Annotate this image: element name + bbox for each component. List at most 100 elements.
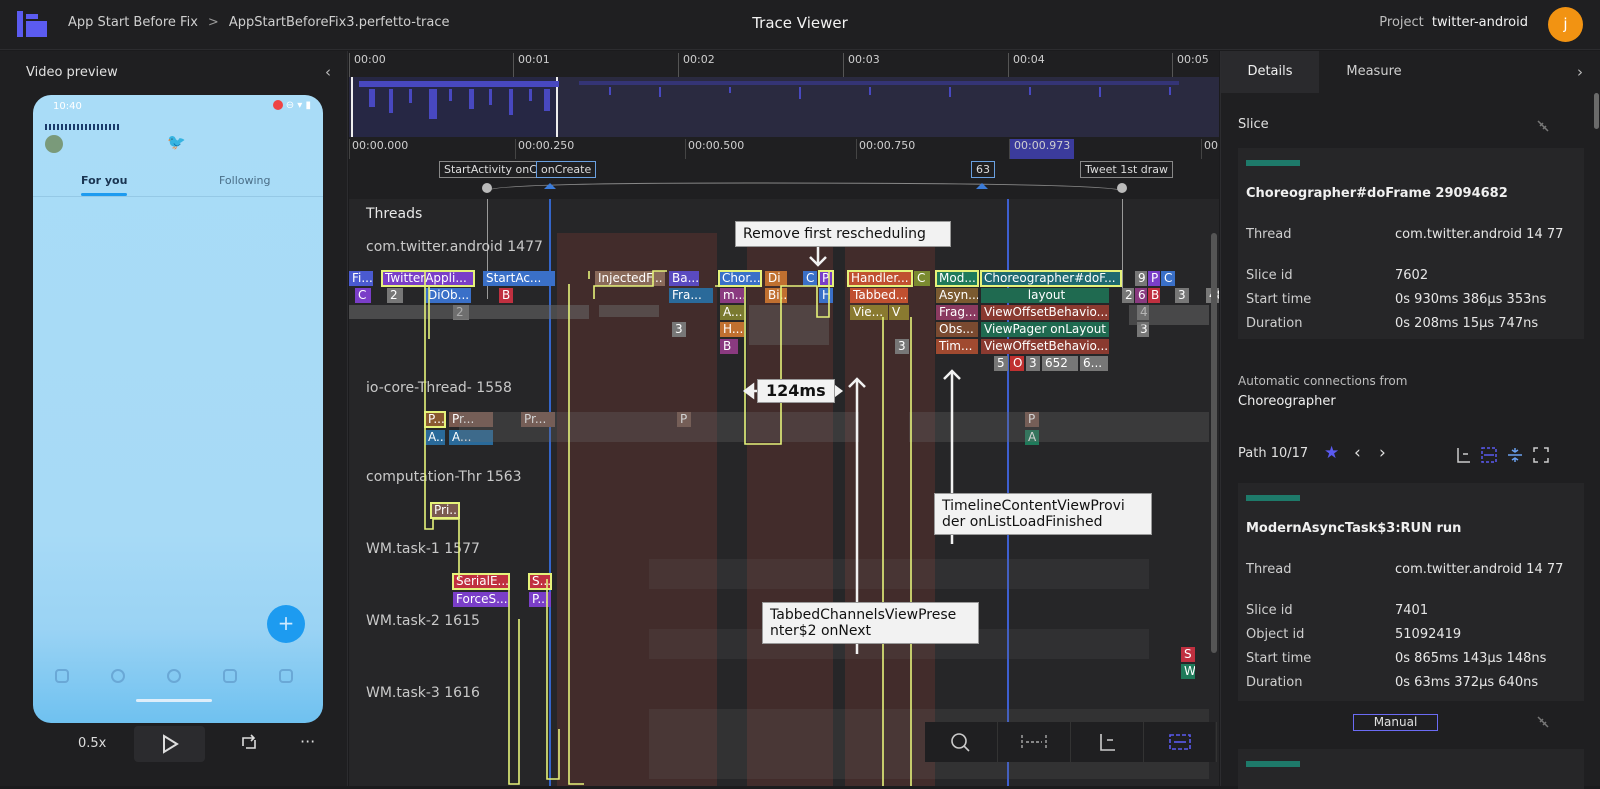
fit-view-icon[interactable] <box>1532 446 1550 464</box>
slice-details-card: Choreographer#doFrame 29094682 Thread co… <box>1238 148 1584 339</box>
user-avatar[interactable]: j <box>1548 7 1583 42</box>
cursor-time-label: 00:00.973 <box>1009 139 1075 159</box>
auto-connections-source[interactable]: Choreographer <box>1238 394 1336 409</box>
detail-value: 7602 <box>1395 268 1429 283</box>
more-options-icon[interactable]: ··· <box>300 732 315 751</box>
overview-tick: 00:03 <box>843 53 880 77</box>
detail-tick: 00 <box>1201 139 1218 159</box>
playback-controls: 0.5x ··· <box>0 724 348 764</box>
search-icon <box>111 669 125 683</box>
collapse-panel-icon[interactable]: ‹ <box>325 63 331 81</box>
next-slice-card <box>1238 749 1584 789</box>
overview-activity <box>359 81 1179 119</box>
star-icon[interactable]: ★ <box>1324 443 1339 463</box>
feed-tabs: For you Following <box>33 169 323 197</box>
overview-track[interactable] <box>349 77 1219 137</box>
detail-value: 0s 63ms 372μs 640ns <box>1395 675 1539 690</box>
recording-icon <box>272 100 283 110</box>
project-name: twitter-android <box>1431 15 1528 30</box>
project-label: Project <box>1379 15 1424 30</box>
detail-row: Thread com.twitter.android 14 77 <box>1246 561 1584 595</box>
annotation-duration[interactable]: 124ms <box>757 379 835 403</box>
timeline-toolbar <box>925 722 1217 762</box>
tab-measure[interactable]: Measure <box>1319 51 1429 93</box>
annotation-timeline-content[interactable]: TimelineContentViewProvi der onListLoadF… <box>934 493 1152 535</box>
profile-avatar <box>45 135 63 153</box>
detail-value: 0s 865ms 143μs 148ns <box>1395 651 1547 666</box>
zoom-search-icon[interactable] <box>925 722 998 762</box>
flow-connect-icon[interactable] <box>1454 446 1472 464</box>
detail-label: Duration <box>1246 316 1303 331</box>
overview-tick: 00:02 <box>678 53 715 77</box>
tab-for-you: For you <box>81 174 128 196</box>
details-panel: Details Measure › Slice Choreographer#do… <box>1220 51 1600 789</box>
playback-speed[interactable]: 0.5x <box>78 736 106 751</box>
breadcrumb-project[interactable]: App Start Before Fix <box>68 15 198 30</box>
threads-area[interactable]: Threads com.twitter.android 1477 io-core… <box>349 199 1219 786</box>
slice-title: ModernAsyncTask$3:RUN run <box>1246 521 1462 536</box>
trace-timeline[interactable]: 00:00 00:01 00:02 00:03 00:04 00:05 00:0… <box>349 51 1219 786</box>
phone-screen: 10:40 ⊖ ▾ ▮ 🐦 For you Following + <box>33 95 323 723</box>
page-title: Trace Viewer <box>752 14 848 32</box>
slice-color-swatch <box>1246 761 1300 767</box>
detail-value: 7401 <box>1395 603 1429 618</box>
section-title: Slice <box>1238 117 1269 132</box>
annotation-tabbed-channels[interactable]: TabbedChannelsViewPrese nter$2 onNext <box>762 602 979 644</box>
loop-icon[interactable] <box>240 734 258 752</box>
breadcrumb-trace[interactable]: AppStartBeforeFix3.perfetto-trace <box>229 15 450 30</box>
annotation-remove-rescheduling[interactable]: Remove first rescheduling <box>735 221 951 247</box>
flow-connect-icon[interactable] <box>1071 722 1144 762</box>
phone-bottom-nav <box>33 663 323 693</box>
detail-label: Thread <box>1246 227 1292 242</box>
connection-type-badge[interactable]: Manual <box>1353 714 1438 731</box>
breadcrumb: App Start Before Fix > AppStartBeforeFix… <box>68 15 450 30</box>
detail-tick: 00:00.500 <box>685 139 744 159</box>
app-logo-icon[interactable] <box>17 11 47 37</box>
marker-connector <box>482 182 1127 193</box>
next-icon[interactable]: › <box>1379 443 1386 463</box>
redacted-text <box>45 124 119 130</box>
unlink-icon[interactable] <box>1535 714 1551 730</box>
detail-value: 51092419 <box>1395 627 1462 642</box>
compose-icon: + <box>267 605 305 643</box>
detail-label: Start time <box>1246 651 1312 666</box>
detail-value[interactable]: com.twitter.android 14 77 <box>1395 226 1575 243</box>
slice-title: Choreographer#doFrame 29094682 <box>1246 186 1508 201</box>
overview-tick: 00:04 <box>1008 53 1045 77</box>
detail-ruler: 00:00.000 00:00.250 00:00.500 00:00.750 … <box>349 137 1219 159</box>
home-icon <box>55 669 69 683</box>
marker-track: StartActivity onC... onCreate 63 Tweet 1… <box>349 159 1219 199</box>
detail-value: 0s 930ms 386μs 353ns <box>1395 292 1547 307</box>
tab-details[interactable]: Details <box>1221 51 1319 93</box>
flow-layout-icon[interactable] <box>1144 722 1217 762</box>
slice-color-swatch <box>1246 495 1300 501</box>
detail-label: Thread <box>1246 562 1292 577</box>
overview-ruler: 00:00 00:01 00:02 00:03 00:04 00:05 <box>349 51 1219 77</box>
slice-color-swatch <box>1246 160 1300 166</box>
expand-rows-icon[interactable] <box>1506 446 1524 464</box>
details-scrollbar[interactable] <box>1594 93 1599 129</box>
auto-connections-label: Automatic connections from <box>1238 374 1408 388</box>
measure-range-icon[interactable] <box>998 722 1071 762</box>
timeline-scrollbar[interactable] <box>1211 233 1217 653</box>
detail-label: Start time <box>1246 292 1312 307</box>
detail-label: Object id <box>1246 627 1305 642</box>
overview-tick: 00:01 <box>513 53 550 77</box>
phone-status-time: 10:40 <box>53 101 82 112</box>
previous-icon[interactable]: ‹ <box>1354 443 1361 463</box>
detail-value: 0s 208ms 15μs 747ns <box>1395 316 1539 331</box>
unlink-icon[interactable] <box>1535 118 1551 134</box>
details-tabs: Details Measure › <box>1221 51 1600 93</box>
path-counter: Path 10/17 <box>1238 446 1309 461</box>
breadcrumb-separator: > <box>207 15 219 30</box>
detail-tick: 00:00.250 <box>515 139 574 159</box>
play-button[interactable] <box>134 726 205 762</box>
detail-label: Slice id <box>1246 603 1293 618</box>
project-indicator[interactable]: Project twitter-android <box>1379 15 1528 30</box>
detail-row: Thread com.twitter.android 14 77 <box>1246 226 1584 260</box>
play-icon <box>163 734 179 754</box>
twitter-bird-icon: 🐦 <box>167 133 186 151</box>
collapse-rows-icon[interactable] <box>1480 446 1498 464</box>
detail-value[interactable]: com.twitter.android 14 77 <box>1395 561 1575 578</box>
chevron-right-icon[interactable]: › <box>1577 63 1583 81</box>
